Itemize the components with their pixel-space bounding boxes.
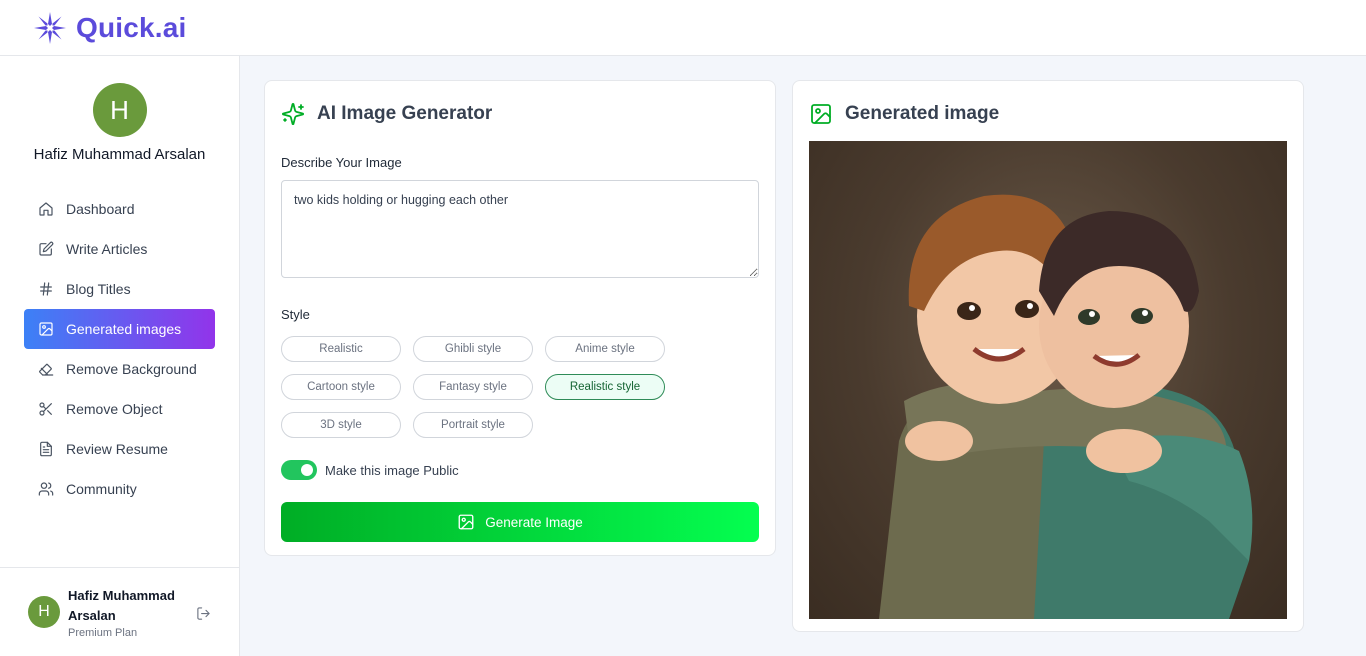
hash-icon [40,282,52,296]
style-chip-fantasy[interactable]: Fantasy style [413,374,533,400]
logout-button[interactable] [196,606,211,621]
footer-user-name: Hafiz Muhammad Arsalan [68,587,175,623]
sidebar-item-label: Review Resume [66,441,168,457]
sidebar-item-write-articles[interactable]: Write Articles [24,229,215,269]
generator-header: AI Image Generator [281,99,759,129]
sidebar-item-blog-titles[interactable]: Blog Titles [24,269,215,309]
footer-user-info: Hafiz Muhammad Arsalan Premium Plan [68,586,188,639]
sidebar-item-remove-object[interactable]: Remove Object [24,389,215,429]
file-text-icon [40,441,52,457]
profile-name: Hafiz Muhammad Arsalan [33,146,206,163]
sparkles-icon [282,103,304,125]
generate-button-label: Generate Image [485,514,583,530]
sidebar-item-label: Write Articles [66,241,148,257]
sidebar-nav: Dashboard Write Articles Blog Titles Gen… [0,189,239,509]
sidebar-item-review-resume[interactable]: Review Resume [24,429,215,469]
eraser-icon [39,363,54,376]
kids-hugging-illustration [879,194,1253,619]
image-generator-card: AI Image Generator Describe Your Image S… [264,80,776,556]
style-chip-realistic[interactable]: Realistic [281,336,401,362]
style-chip-anime[interactable]: Anime style [545,336,665,362]
app-logo[interactable]: Quick.ai [32,10,187,46]
generator-title: AI Image Generator [317,103,493,124]
sidebar-item-label: Blog Titles [66,281,131,297]
style-label: Style [281,307,310,322]
generated-image [809,141,1287,619]
result-header: Generated image [809,99,1287,129]
edit-icon [39,241,54,256]
users-icon [38,482,54,496]
app-name: Quick.ai [76,11,187,43]
top-bar: Quick.ai [0,0,1366,56]
style-options: Realistic Ghibli style Anime style Carto… [281,336,759,438]
sidebar-item-label: Community [66,481,137,497]
sidebar: H Hafiz Muhammad Arsalan Dashboard Write… [0,56,240,656]
sidebar-footer: H Hafiz Muhammad Arsalan Premium Plan [0,567,240,656]
sidebar-item-remove-background[interactable]: Remove Background [24,349,215,389]
logout-icon [197,607,210,620]
image-description-input[interactable] [281,180,759,278]
sidebar-item-label: Generated images [66,321,182,337]
describe-label: Describe Your Image [281,155,402,170]
avatar[interactable]: H [92,83,147,137]
generated-image-card: Generated image [792,80,1304,632]
footer-plan: Premium Plan [68,626,138,639]
public-toggle-label: Make this image Public [325,462,459,478]
style-chip-portrait[interactable]: Portrait style [413,412,533,438]
sidebar-item-label: Dashboard [66,201,135,217]
style-chip-3d[interactable]: 3D style [281,412,401,438]
style-chip-ghibli[interactable]: Ghibli style [413,336,533,362]
scissors-icon [39,402,52,416]
sidebar-item-community[interactable]: Community [24,469,215,509]
footer-avatar[interactable]: H [28,596,60,628]
sidebar-profile: H Hafiz Muhammad Arsalan [0,56,239,163]
result-title: Generated image [845,103,1000,124]
style-chip-realistic-style[interactable]: Realistic style [545,374,665,400]
sidebar-item-generated-images[interactable]: Generated images [24,309,215,349]
sparkle-logo-icon [34,11,66,44]
sidebar-item-label: Remove Background [66,361,197,377]
image-icon [39,322,53,336]
image-icon [811,104,831,124]
home-icon [39,202,53,216]
image-icon [458,514,474,530]
public-toggle[interactable] [281,460,317,480]
generate-image-button[interactable]: Generate Image [281,502,759,542]
sidebar-item-label: Remove Object [66,401,163,417]
style-chip-cartoon[interactable]: Cartoon style [281,374,401,400]
toggle-knob [301,464,313,476]
public-toggle-row: Make this image Public [281,460,759,480]
sidebar-item-dashboard[interactable]: Dashboard [24,189,215,229]
